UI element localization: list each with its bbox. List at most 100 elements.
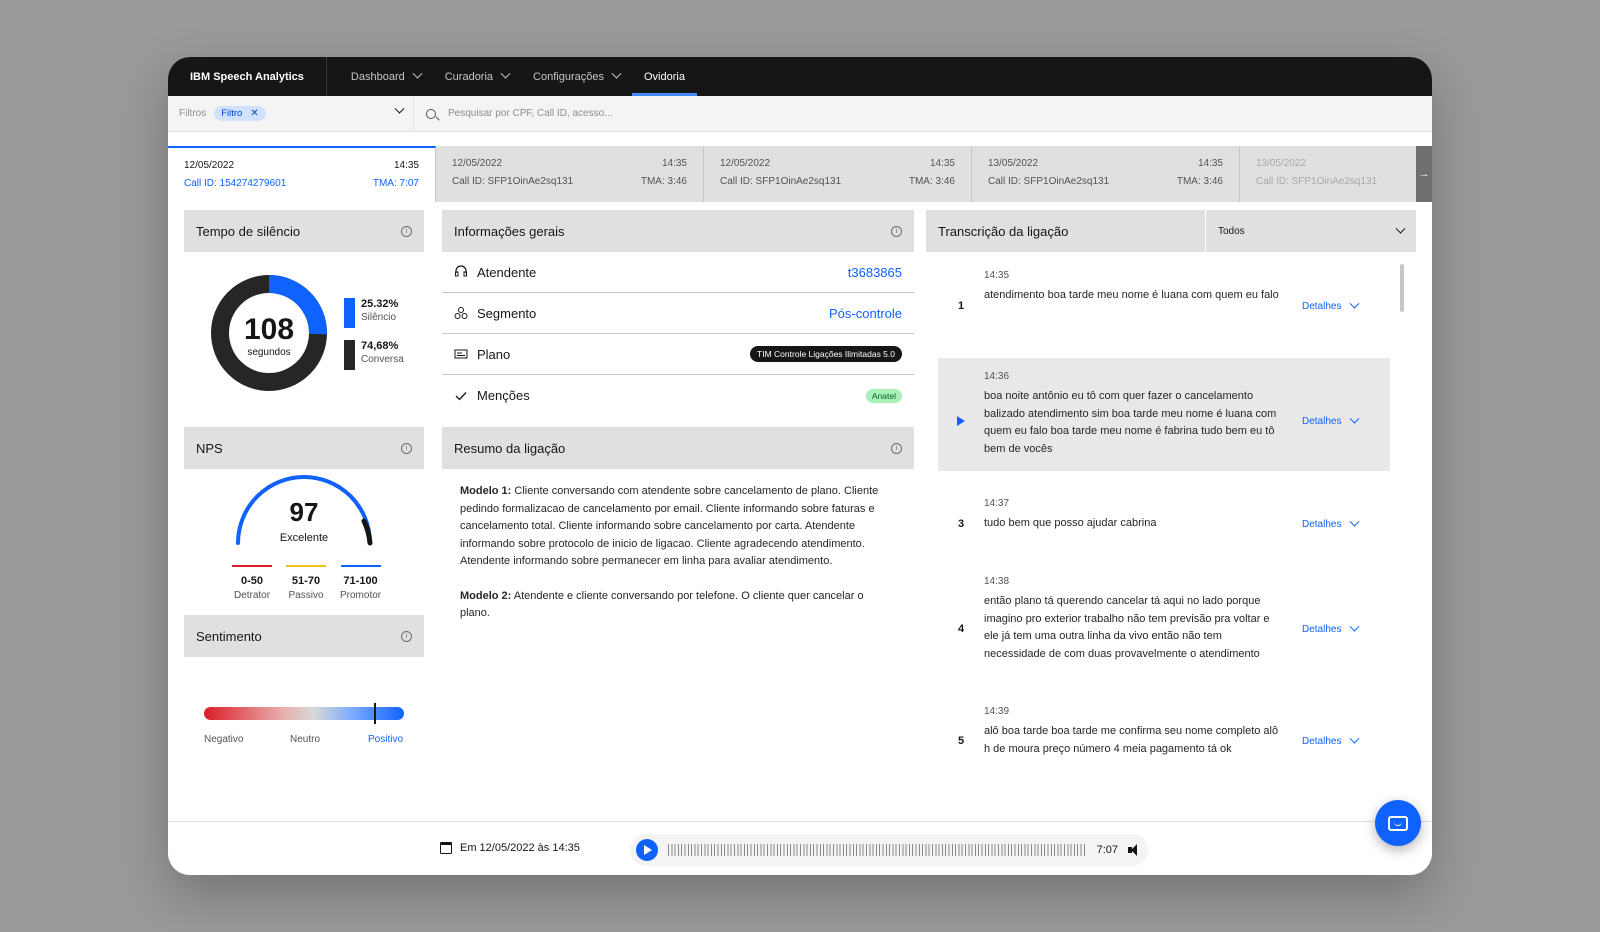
transcript-row[interactable]: 3 14:37 tudo bem que posso ajudar cabrina…	[938, 498, 1390, 550]
filter-label: Filtros	[179, 108, 207, 119]
row-number: 1	[957, 300, 965, 312]
info-icon[interactable]: i	[401, 225, 412, 237]
nav-curadoria[interactable]: Curadoria	[433, 57, 521, 96]
segment-icon	[454, 307, 468, 319]
nav-ovidoria[interactable]: Ovidoria	[631, 57, 697, 96]
plan-icon	[454, 349, 468, 359]
close-icon[interactable]: ✕	[250, 108, 258, 119]
volume-icon[interactable]	[1128, 844, 1142, 856]
talk-pct: 74,68%	[361, 340, 399, 352]
silence-label: Silêncio	[361, 312, 397, 323]
row-time: 14:39	[984, 706, 1010, 717]
details-toggle[interactable]: Detalhes	[1302, 706, 1360, 776]
nps-range-value: 71-100	[343, 575, 378, 587]
silence-tile: Tempo de silêncio i 108 segundos 25.32% Si…	[184, 210, 424, 416]
nav-configuracoes[interactable]: Configurações	[521, 57, 632, 96]
nps-range-label: Passivo	[288, 590, 324, 601]
transcript-row[interactable]: 4 14:38 então plano tá querendo cancelar …	[938, 576, 1390, 682]
info-icon[interactable]: i	[401, 630, 412, 642]
summary-model-2: Modelo 2: Atendente e cliente conversand…	[460, 588, 896, 623]
call-time: 14:35	[393, 160, 419, 171]
agent-id-link[interactable]: t3683865	[848, 265, 902, 280]
call-tab[interactable]: 13/05/2022 14:35 Call ID: SFP1OinAe2sq131…	[972, 146, 1240, 202]
nps-range-passivo: 51-70 Passivo	[286, 565, 326, 601]
call-time: 14:35	[1197, 158, 1223, 169]
call-tma: TMA: 3:46	[1176, 176, 1223, 187]
chevron-down-icon	[1350, 621, 1360, 632]
info-icon[interactable]: i	[891, 225, 902, 237]
transcript-row[interactable]: 5 14:39 alô boa tarde boa tarde me confir…	[938, 706, 1390, 776]
nav-dashboard[interactable]: Dashboard	[339, 57, 433, 96]
chevron-down-icon	[1350, 516, 1360, 527]
search-icon	[426, 108, 436, 119]
sentiment-marker	[374, 703, 376, 724]
call-tab[interactable]: 12/05/2022 14:35 Call ID: SFP1OinAe2sq131…	[436, 146, 704, 202]
row-number: 3	[957, 518, 965, 530]
details-toggle[interactable]: Detalhes	[1302, 576, 1360, 682]
transcript-row[interactable]: 1 14:35 atendimento boa tarde meu nome é …	[938, 270, 1390, 342]
details-label: Detalhes	[1302, 300, 1342, 312]
transcription-tile: Transcrição da ligação Todos 1 14:35 aten…	[926, 210, 1416, 797]
chat-icon	[1388, 815, 1408, 831]
info-icon[interactable]: i	[401, 442, 412, 454]
mention-tag: Anatel	[865, 388, 902, 403]
chevron-down-icon	[1350, 298, 1360, 309]
sentiment-tile: Sentimento i Negativo Neutro Positivo	[184, 615, 424, 797]
call-tma: TMA: 3:46	[640, 176, 687, 187]
row-text: então plano tá querendo cancelar tá aqui…	[984, 595, 1270, 660]
filter-dropdown[interactable]: Filtros Filtro ✕	[168, 96, 414, 131]
nps-title: NPS	[196, 440, 223, 456]
info-label: Menções	[477, 388, 530, 403]
nav-ovidoria-label: Ovidoria	[643, 70, 685, 83]
chevron-down-icon[interactable]	[394, 103, 405, 114]
call-tma: TMA: 3:46	[908, 176, 955, 187]
summary-model-1: Modelo 1: Cliente conversando com atende…	[460, 483, 896, 571]
call-tab[interactable]: 12/05/2022 14:35 Call ID: 154274279601 TMA…	[168, 146, 436, 202]
details-label: Detalhes	[1302, 415, 1342, 427]
filter-tag-label: Filtro	[221, 108, 243, 119]
details-toggle[interactable]: Detalhes	[1302, 371, 1360, 471]
row-time: 14:38	[984, 576, 1010, 587]
chevron-down-icon	[1350, 413, 1360, 424]
transcript-row[interactable]: 14:36 boa noite antônio eu tô com quer fa…	[938, 358, 1390, 471]
plan-tag: TIM Controle Ligações Ilimitadas 5.0	[750, 346, 902, 362]
arrow-right-icon[interactable]: →	[1416, 146, 1432, 202]
brand-name[interactable]: IBM Speech Analytics	[168, 57, 327, 96]
headset-icon	[455, 265, 467, 277]
details-label: Detalhes	[1302, 735, 1342, 747]
info-label: Atendente	[477, 264, 537, 280]
chat-button[interactable]	[1375, 800, 1421, 846]
segment-link[interactable]: Pós-controle	[829, 306, 902, 321]
row-text: boa noite antônio eu tô com quer fazer o…	[984, 390, 1277, 455]
search-field[interactable]: Pesquisar por CPF, Call ID, acesso...	[414, 108, 613, 119]
play-icon	[957, 416, 965, 426]
audio-waveform[interactable]	[668, 844, 1087, 856]
silence-donut: 108 segundos	[211, 275, 327, 391]
details-toggle[interactable]: Detalhes	[1302, 498, 1360, 550]
select-value: Todos	[1218, 225, 1245, 237]
play-button[interactable]	[636, 839, 658, 861]
silence-unit: segundos	[247, 347, 290, 358]
nps-range-label: Promotor	[340, 590, 382, 601]
info-icon[interactable]: i	[891, 442, 902, 454]
info-label: Segmento	[477, 305, 537, 321]
scrollbar[interactable]	[1400, 264, 1404, 312]
details-toggle[interactable]: Detalhes	[1302, 270, 1360, 342]
call-id: Call ID: 154274279601	[184, 178, 287, 189]
call-tab[interactable]: 12/05/2022 14:35 Call ID: SFP1OinAe2sq131…	[704, 146, 972, 202]
nav-dashboard-label: Dashboard	[350, 70, 405, 83]
app-window: IBM Speech Analytics Dashboard Curadoria…	[168, 57, 1432, 875]
transcription-filter-select[interactable]: Todos	[1206, 210, 1416, 252]
summary-body: Modelo 1: Cliente conversando com atende…	[442, 469, 914, 654]
row-number: 5	[957, 735, 965, 747]
search-input[interactable]: Pesquisar por CPF, Call ID, acesso...	[448, 108, 613, 119]
call-tab[interactable]: 13/05/2022 Call ID: SFP1OinAe2sq131	[1240, 146, 1420, 202]
legend-swatch	[344, 298, 355, 328]
checkmark-icon	[455, 391, 467, 400]
nps-range-label: Detrator	[233, 590, 271, 601]
filter-tag[interactable]: Filtro ✕	[214, 106, 266, 121]
model-label: Modelo 1:	[460, 485, 512, 497]
info-row-segmento: Segmento Pós-controle	[442, 293, 914, 334]
chevron-down-icon	[611, 68, 622, 79]
nps-tile: NPS i 97 Excelente 0-50 Detrator 51-70 Pa…	[184, 427, 424, 605]
